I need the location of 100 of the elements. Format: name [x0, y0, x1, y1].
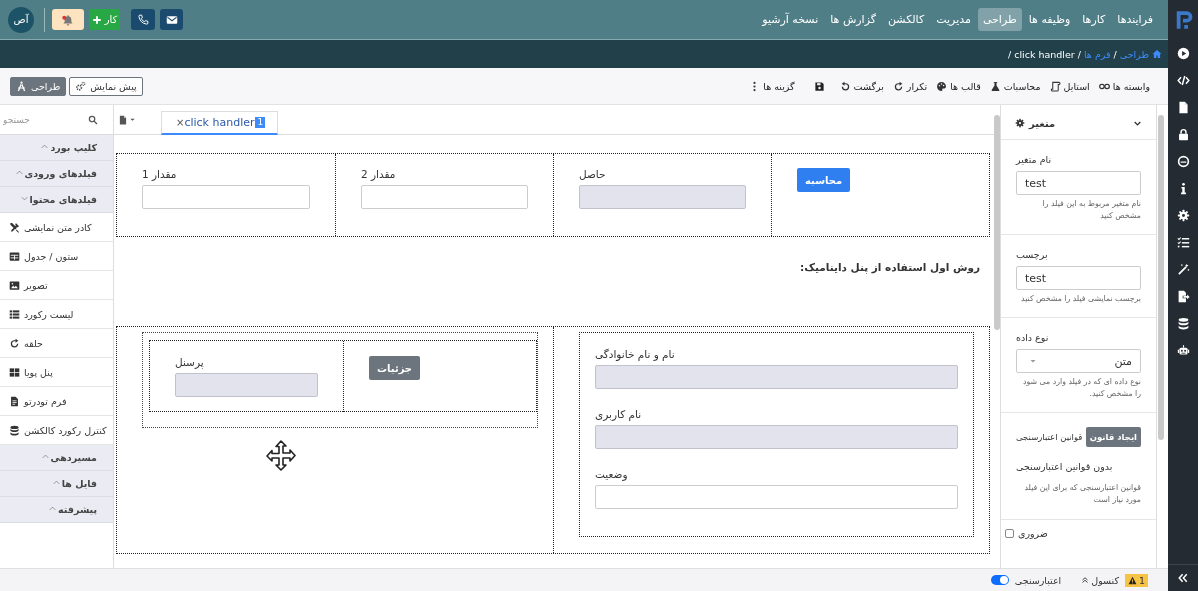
field-label: برچسب — [1016, 249, 1049, 261]
mode-button[interactable]: پیش نمایش — [69, 76, 143, 96]
palette-item[interactable]: ستون / جدول — [0, 242, 113, 271]
notifications-button[interactable] — [52, 9, 84, 30]
input-field[interactable] — [595, 485, 958, 509]
field-label: نام و نام خانوادگی — [595, 348, 675, 360]
table-icon — [9, 250, 20, 262]
toolbar-button[interactable]: قالب ها — [936, 80, 981, 92]
create-rule-button[interactable]: ایجاد قانون — [1085, 427, 1141, 448]
chevrons-up-icon — [1081, 576, 1090, 584]
palette-section[interactable]: مسیردهی — [0, 445, 113, 471]
form-button[interactable]: جزئیات — [369, 356, 421, 380]
field-label: مقدار 2 — [361, 168, 396, 180]
field-label: وضعیت — [595, 468, 628, 480]
lock-icon[interactable] — [1176, 128, 1190, 141]
palette-section[interactable]: فیلدهای ورودی — [0, 161, 113, 187]
loop-icon — [9, 337, 20, 349]
save-icon[interactable] — [813, 80, 825, 92]
palette-section[interactable]: کلیپ بورد — [0, 135, 113, 161]
tools-icon — [9, 221, 20, 233]
toolbar-button[interactable]: استایل — [1049, 80, 1090, 92]
checkbox-label: ضروری — [1018, 527, 1048, 539]
scroll-icon — [1049, 80, 1061, 92]
breadcrumb-separator: / — [1113, 48, 1117, 60]
mode-button[interactable]: طراحی — [10, 76, 67, 96]
toggle-label: اعتبارسنجی — [1014, 574, 1062, 586]
menu-item[interactable]: وظیفه ها — [1023, 8, 1076, 31]
palette-item[interactable]: پنل پویا — [0, 358, 113, 387]
compass-icon — [16, 80, 27, 92]
toolbar-button[interactable]: برگشت — [839, 80, 884, 92]
menu-item[interactable]: کارها — [1077, 8, 1111, 31]
menu-item[interactable]: فرایندها — [1112, 8, 1158, 31]
field-label: نوع داده — [1016, 332, 1050, 344]
settings-icon[interactable] — [1176, 209, 1190, 222]
checkbox[interactable] — [1005, 528, 1014, 538]
move-icon[interactable] — [265, 440, 297, 472]
field-label: حاصل — [579, 168, 606, 180]
menu-item[interactable]: گزارش ها — [825, 8, 881, 31]
scrollbar-thumb[interactable] — [994, 115, 1000, 330]
scrollbar-thumb[interactable] — [1158, 115, 1164, 440]
input-field[interactable] — [142, 185, 310, 209]
collapse-icon[interactable] — [1177, 572, 1189, 584]
grid-icon — [9, 366, 20, 378]
list-icon — [9, 308, 20, 320]
mail-button[interactable] — [160, 9, 183, 30]
breadcrumb-separator: / — [1008, 48, 1012, 60]
home-icon[interactable] — [1152, 49, 1162, 59]
warning-badge[interactable]: 1 — [1124, 573, 1148, 587]
redo-icon — [892, 80, 904, 92]
wand-icon[interactable] — [1176, 263, 1190, 276]
toolbar-button[interactable]: تکرار — [892, 80, 928, 92]
menu-item[interactable]: نسخه آرشیو — [757, 8, 824, 31]
field-label: نام کاربری — [595, 408, 642, 420]
menu-item[interactable]: کالکشن — [883, 8, 930, 31]
breadcrumb-separator: / — [1077, 48, 1081, 60]
palette-icon — [936, 80, 948, 92]
menu-item[interactable]: مدیریت — [931, 8, 976, 31]
avatar[interactable]: آص — [8, 6, 34, 33]
checklist-icon[interactable] — [1176, 236, 1190, 249]
code-icon[interactable] — [1176, 74, 1190, 87]
database-icon[interactable] — [1176, 317, 1190, 330]
palette-section[interactable]: فیلدهای محتوا — [0, 187, 113, 213]
console-button[interactable]: کنسول — [1081, 574, 1119, 586]
input-field[interactable]: test — [1016, 266, 1141, 291]
phone-button[interactable] — [131, 9, 155, 30]
palette-section[interactable]: فایل ها — [0, 471, 113, 497]
palette-item[interactable]: لیست رکورد — [0, 300, 113, 329]
toolbar-button[interactable]: وابسته ها — [1098, 80, 1150, 92]
palette-section[interactable]: پیشرفته — [0, 497, 113, 523]
field-label: مقدار 1 — [142, 168, 177, 180]
select-field[interactable]: متن — [1016, 349, 1141, 374]
input-field[interactable] — [361, 185, 528, 209]
file-export-icon[interactable] — [1176, 290, 1190, 303]
warning-icon — [1127, 575, 1137, 585]
flask-icon — [989, 80, 1001, 92]
form-button[interactable]: محاسبه — [797, 168, 851, 192]
search-icon — [88, 114, 98, 125]
robot-icon[interactable] — [1176, 344, 1190, 357]
file-icon[interactable] — [1176, 101, 1190, 114]
settings-icon[interactable] — [1015, 118, 1025, 128]
file-icon — [118, 114, 128, 125]
file-menu-button[interactable] — [118, 114, 136, 125]
field-label: نام متغیر — [1016, 154, 1053, 165]
validation-toggle[interactable] — [990, 575, 1009, 585]
caret-icon — [129, 116, 136, 123]
play-icon[interactable] — [1176, 47, 1190, 60]
search-field[interactable]: جستجو — [3, 114, 88, 125]
panel-title: متغیر — [1029, 117, 1056, 129]
palette-item[interactable]: حلقه — [0, 329, 113, 358]
database-icon — [9, 424, 20, 436]
options-button[interactable]: گزینه ها — [749, 80, 795, 92]
palette-item[interactable]: فرم تودرتو — [0, 387, 113, 416]
palette-item[interactable]: تصویر — [0, 271, 113, 300]
field-label: قوانین اعتبارسنجی — [1016, 432, 1083, 443]
toolbar-button[interactable]: محاسبات — [989, 80, 1041, 92]
close-icon[interactable]: × — [176, 117, 185, 128]
editor-tab[interactable]: ×click handler 1 — [161, 111, 279, 135]
undo-icon — [839, 80, 851, 92]
input-field[interactable]: test — [1016, 171, 1141, 195]
palette-item[interactable]: کادر متن نمایشی — [0, 213, 113, 242]
